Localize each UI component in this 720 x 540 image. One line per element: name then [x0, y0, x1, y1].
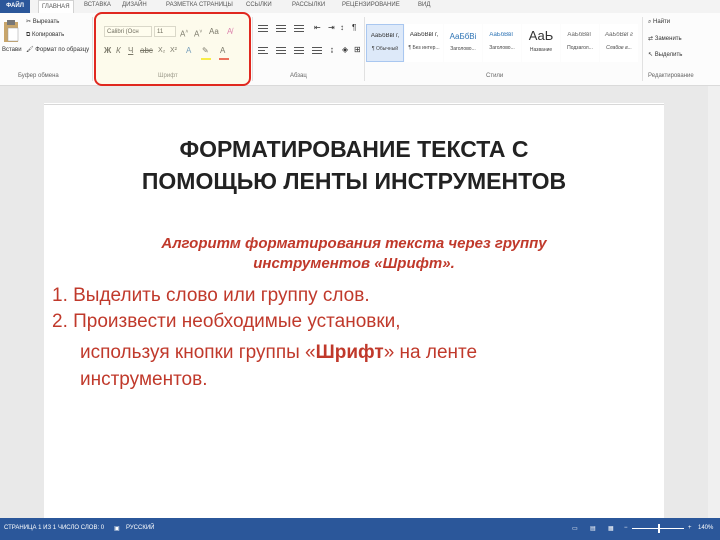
replace-label: Заменить [654, 36, 682, 42]
increase-indent-icon[interactable]: ⇥ [328, 23, 335, 33]
step-2-continued: используя кнопки группы «Шрифт» на ленте [80, 341, 477, 365]
tab-file[interactable]: ФАЙЛ [0, 0, 30, 13]
style-no-spacing[interactable]: АаБбВвГг, ¶ Без интер... [405, 24, 443, 62]
style-sample: АаБбВвГг, [370, 33, 400, 39]
word-count[interactable]: ЧИСЛО СЛОВ: 0 [58, 525, 104, 531]
decrease-indent-icon[interactable]: ⇤ [314, 23, 321, 33]
format-painter-label: Формат по образцу [35, 47, 90, 53]
page-count[interactable]: СТРАНИЦА 1 ИЗ 1 [4, 525, 56, 531]
sort-icon[interactable]: ↕ [340, 23, 344, 33]
step-text: » на ленте [383, 342, 478, 363]
tab-insert[interactable]: ВСТАВКА [84, 2, 111, 8]
style-sample: АаЬ [528, 28, 554, 43]
bullets-icon[interactable] [258, 23, 270, 33]
font-group-highlight [94, 12, 251, 86]
title-line: ФОРМАТИРОВАНИЕ ТЕКСТА С [179, 136, 529, 162]
subtitle-line: инструментов «Шрифт». [253, 255, 455, 272]
print-layout-icon[interactable]: ▤ [590, 525, 596, 532]
proofing-icon[interactable]: ▣ [114, 525, 120, 532]
style-subtle-emphasis[interactable]: АаБбВвГг Слабое в... [600, 24, 638, 62]
clipboard-group-label: Буфер обмена [18, 73, 59, 79]
style-name: Заголово... [450, 46, 476, 52]
step-2: 2. Произвести необходимые установки, [52, 311, 401, 332]
style-name: Заголово... [489, 45, 515, 51]
numbering-icon[interactable] [276, 23, 288, 33]
web-layout-icon[interactable]: ▦ [608, 525, 614, 532]
style-name: Слабое в... [606, 45, 632, 51]
pilcrow-icon[interactable]: ¶ [352, 23, 356, 33]
read-mode-icon[interactable]: ▭ [572, 525, 578, 532]
step-1: 1. Выделить слово или группу слов. [52, 285, 370, 306]
justify-icon[interactable] [312, 45, 324, 55]
style-name: ¶ Обычный [371, 46, 399, 52]
zoom-out-icon[interactable]: − [624, 525, 628, 531]
style-normal[interactable]: АаБбВвГг, ¶ Обычный [366, 24, 404, 62]
subtitle-line: Алгоритм форматирования текста через гру… [161, 235, 547, 252]
find-label: Найти [653, 19, 671, 25]
style-title[interactable]: АаЬ Название [522, 24, 560, 62]
zoom-in-icon[interactable]: + [688, 525, 692, 531]
style-name: Подзагол... [567, 45, 593, 51]
style-name: ¶ Без интер... [408, 45, 440, 51]
header-boundary [44, 104, 664, 105]
copy-button[interactable]: ⧉ Копировать [26, 32, 64, 39]
zoom-slider-thumb[interactable] [658, 524, 660, 533]
language[interactable]: РУССКИЙ [126, 525, 154, 531]
paragraph-group-label: Абзац [290, 73, 307, 79]
cut-button[interactable]: ✂ Вырезать [26, 18, 59, 25]
shading-icon[interactable]: ◈ [342, 45, 348, 55]
step-bold-text: Шрифт [315, 342, 384, 363]
select-button[interactable]: ↖ Выделить [648, 51, 682, 58]
brush-icon: 🖌 [26, 47, 36, 53]
tab-mailings[interactable]: РАССЫЛКИ [292, 2, 325, 8]
style-sample: АаБбВвГ [567, 32, 593, 38]
style-name: Название [529, 47, 553, 53]
tab-review[interactable]: РЕЦЕНЗИРОВАНИЕ [342, 2, 400, 8]
group-separator [252, 17, 253, 81]
group-separator [92, 17, 93, 81]
tab-page-layout[interactable]: РАЗМЕТКА СТРАНИЦЫ [166, 2, 233, 8]
align-center-icon[interactable] [276, 45, 288, 55]
style-sample: АаБбВвГг, [409, 32, 439, 38]
page-title: ФОРМАТИРОВАНИЕ ТЕКСТА С ПОМОЩЬЮ ЛЕНТЫ ИН… [44, 133, 664, 197]
line-spacing-icon[interactable]: ↨ [330, 45, 334, 55]
select-label: Выделить [654, 52, 683, 58]
tab-design[interactable]: ДИЗАЙН [122, 2, 147, 8]
group-separator [642, 17, 643, 81]
find-button[interactable]: ⌕ Найти [648, 19, 670, 26]
cut-label: Вырезать [32, 19, 60, 25]
tab-view[interactable]: ВИД [418, 2, 430, 8]
tab-home[interactable]: ГЛАВНАЯ [38, 0, 74, 13]
scissors-icon: ✂ [26, 19, 33, 25]
format-painter-button[interactable]: 🖌 Формат по образцу [26, 46, 89, 53]
step-2-end: инструментов. [80, 369, 208, 390]
style-sample: АаБбВі [449, 32, 477, 41]
zoom-level[interactable]: 140% [698, 525, 713, 531]
tab-references[interactable]: ССЫЛКИ [246, 2, 272, 8]
paste-icon [4, 20, 19, 42]
style-subtitle[interactable]: АаБбВвГ Подзагол... [561, 24, 599, 62]
title-line: ПОМОЩЬЮ ЛЕНТЫ ИНСТРУМЕНТОВ [141, 168, 567, 194]
vertical-scrollbar[interactable] [708, 86, 720, 518]
align-right-icon[interactable] [294, 45, 306, 55]
borders-icon[interactable]: ⊞ [354, 45, 361, 55]
align-left-icon[interactable] [258, 45, 270, 55]
status-bar: СТРАНИЦА 1 ИЗ 1 ЧИСЛО СЛОВ: 0 ▣ РУССКИЙ … [0, 518, 720, 540]
cursor-icon: ↖ [648, 52, 655, 58]
style-heading-2[interactable]: АаБбВвГ Заголово... [483, 24, 521, 62]
style-sample: АаБбВвГ [489, 32, 515, 38]
paste-button[interactable]: Встави [2, 19, 22, 61]
paste-label: Встави [2, 47, 22, 53]
step-text: используя кнопки группы « [80, 342, 316, 363]
styles-group-label: Стили [486, 73, 504, 79]
editing-group-label: Редактирование [648, 73, 694, 79]
style-sample: АаБбВвГг [605, 32, 633, 38]
replace-button[interactable]: ⇄ Заменить [648, 35, 682, 42]
replace-icon: ⇄ [648, 36, 655, 42]
group-separator [364, 17, 365, 81]
subtitle: Алгоритм форматирования текста через гру… [44, 234, 664, 274]
style-heading-1[interactable]: АаБбВі Заголово... [444, 24, 482, 62]
multilevel-list-icon[interactable] [294, 23, 306, 33]
copy-label: Копировать [31, 32, 65, 38]
